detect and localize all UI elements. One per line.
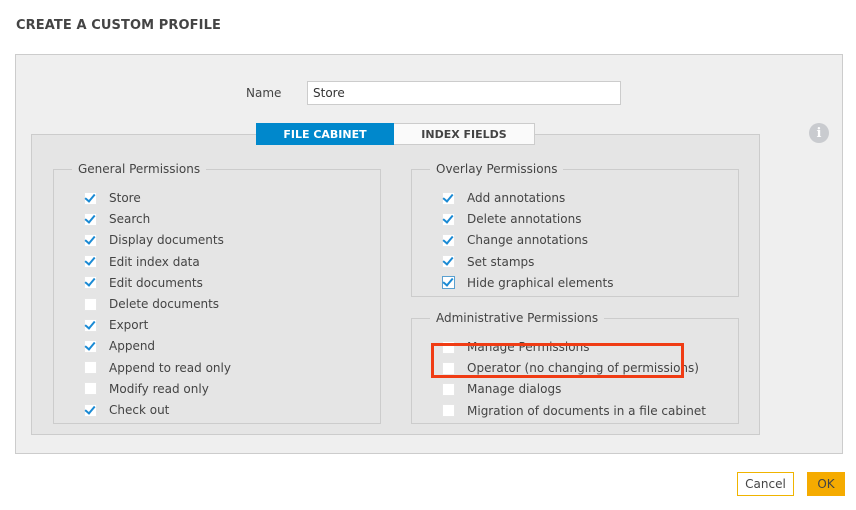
permission-overlay-item[interactable]: Set stamps [442,252,534,272]
permission-label: Edit index data [109,254,200,269]
checkbox-unchecked[interactable] [84,382,97,396]
checkbox-checked[interactable] [84,254,97,269]
checkmark-icon [84,339,96,351]
checkbox-checked[interactable] [442,211,455,226]
checkmark-icon [84,317,96,330]
tab-file-cabinet[interactable]: FILE CABINET [256,123,394,145]
permission-administrative-item[interactable]: Migration of documents in a file cabinet [442,401,706,421]
checkmark-icon [442,211,454,224]
permission-label: Export [109,318,149,333]
permission-label: Manage dialogs [467,382,562,397]
overlay-permissions-group: Overlay Permissions Add annotations Delet… [411,162,739,297]
checkmark-icon [442,190,454,203]
permission-administrative-item[interactable]: Manage dialogs [442,379,561,399]
administrative-permissions-group: Administrative Permissions Manage Permis… [411,311,739,424]
permission-overlay-item[interactable]: Add annotations [442,188,565,208]
checkbox-unchecked[interactable] [442,340,455,354]
permission-label: Delete annotations [467,212,582,227]
checkmark-icon [84,402,96,415]
checkmark-icon [84,190,96,203]
permission-label: Edit documents [109,275,203,290]
general-permissions-group: General Permissions Store Search Display d… [53,162,381,424]
checkmark-icon [84,254,96,266]
permission-general-item[interactable]: Export [84,315,148,335]
checkbox-checked[interactable] [84,317,97,332]
info-icon[interactable]: i [809,123,829,143]
permission-administrative-item[interactable]: Manage Permissions [442,337,589,357]
permission-label: Manage Permissions [467,340,590,354]
checkbox-unchecked[interactable] [442,382,455,396]
permission-general-item[interactable]: Edit documents [84,273,203,293]
checkbox-checked[interactable] [84,190,97,205]
permission-label: Hide graphical elements [467,275,614,290]
dialog-title: CREATE A CUSTOM PROFILE [16,18,221,33]
permission-label: Check out [109,403,170,417]
checkbox-checked[interactable] [84,211,97,226]
permission-label: Add annotations [467,191,566,205]
checkbox-checked[interactable] [84,275,97,290]
checkbox-checked[interactable] [442,190,455,205]
permission-overlay-item[interactable]: Hide graphical elements [442,273,613,293]
permission-general-item[interactable]: Delete documents [84,294,219,314]
checkbox-checked[interactable] [84,402,97,417]
checkbox-unchecked[interactable] [442,361,455,375]
permission-general-item[interactable]: Display documents [84,230,224,250]
checkmark-icon [442,233,454,245]
checkbox-checked[interactable] [442,233,455,247]
checkbox-checked[interactable] [84,339,97,353]
checkbox-unchecked[interactable] [84,361,97,375]
permission-label: Set stamps [467,254,535,269]
permission-label: Operator (no changing of permissions) [467,361,699,376]
general-permissions-legend: General Permissions [78,162,201,176]
overlay-permissions-legend: Overlay Permissions [436,162,558,176]
checkbox-checked[interactable] [442,275,455,290]
permission-general-item[interactable]: Edit index data [84,252,200,272]
permission-general-item[interactable]: Store [84,188,141,208]
permission-general-item[interactable]: Check out [84,400,169,420]
permission-label: Delete documents [109,297,220,311]
checkbox-unchecked[interactable] [442,404,455,418]
cancel-button[interactable]: Cancel [737,472,794,496]
permission-label: Migration of documents in a file cabinet [467,403,706,418]
permission-general-item[interactable]: Search [84,209,150,229]
administrative-permissions-legend: Administrative Permissions [436,311,599,325]
permission-label: Modify read only [109,381,209,396]
ok-button[interactable]: OK [807,472,845,496]
permission-overlay-item[interactable]: Change annotations [442,230,588,250]
checkmark-icon [84,275,96,288]
checkmark-icon [84,233,96,245]
file-cabinet-tab-panel: General Permissions Store Search Display d… [31,134,760,435]
name-label: Name [246,86,282,100]
checkmark-icon [442,254,454,266]
permission-general-item[interactable]: Append to read only [84,358,231,378]
tab-index-fields[interactable]: INDEX FIELDS [394,123,535,145]
checkbox-checked[interactable] [442,254,455,269]
permission-label: Append [109,339,156,354]
permission-overlay-item[interactable]: Delete annotations [442,209,581,229]
permission-general-item[interactable]: Append [84,336,155,356]
permission-label: Store [109,191,141,205]
permission-label: Display documents [109,233,224,248]
name-input[interactable] [307,81,621,105]
checkbox-unchecked[interactable] [84,297,97,311]
checkmark-icon [442,275,454,288]
permission-label: Append to read only [109,360,231,375]
permission-general-item[interactable]: Modify read only [84,379,209,399]
tab-bar: FILE CABINET INDEX FIELDS [256,123,535,145]
permission-label: Search [109,212,151,227]
checkbox-checked[interactable] [84,233,97,247]
permission-label: Change annotations [467,233,588,248]
checkmark-icon [84,211,96,224]
permission-administrative-item[interactable]: Operator (no changing of permissions) [442,358,699,378]
